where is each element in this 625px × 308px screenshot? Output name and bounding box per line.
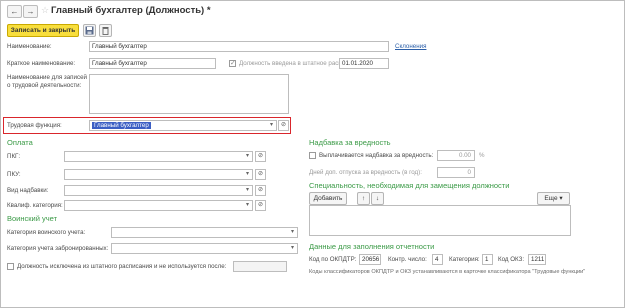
control-number-input[interactable]: 4 <box>432 254 443 265</box>
short-name-label: Краткое наименование: <box>7 60 76 67</box>
okz-input[interactable]: 1211 <box>528 254 546 265</box>
workbook-name-textarea[interactable] <box>89 74 289 114</box>
pkg-label: ПКГ: <box>7 153 21 160</box>
chevron-down-icon[interactable]: ▾ <box>288 244 297 253</box>
reserved-category-label: Категория учета забронированных: <box>7 245 109 252</box>
open-link-icon[interactable]: ⊘ <box>255 169 266 180</box>
allowance-type-label: Вид надбавки: <box>7 187 49 194</box>
save-disk-icon[interactable] <box>83 24 96 37</box>
excluded-date-input[interactable] <box>233 261 287 272</box>
name-label: Наименование: <box>7 43 52 50</box>
specialty-section-title: Специальность, необходимая для замещения… <box>309 181 510 190</box>
allowance-type-select[interactable]: ▾ <box>64 185 253 196</box>
payment-section-title: Оплата <box>7 138 33 147</box>
reporting-note: Коды классификаторов ОКПДТР и ОКЗ устана… <box>309 269 586 275</box>
more-button[interactable]: Еще ▾ <box>537 192 570 205</box>
chevron-down-icon[interactable]: ▾ <box>243 201 252 210</box>
workbook-name-label: Наименование для записей о трудовой деят… <box>7 74 87 89</box>
window-title: Главный бухгалтер (Должность) * <box>51 5 211 16</box>
excluded-label: Должность исключена из штатного расписан… <box>17 263 227 270</box>
open-link-icon[interactable]: ⊘ <box>255 151 266 162</box>
pku-label: ПКУ: <box>7 171 21 178</box>
open-link-icon[interactable]: ⊘ <box>255 200 266 211</box>
arrow-down-icon[interactable]: ↓ <box>371 192 384 205</box>
okz-label: Код ОКЗ: <box>498 256 525 263</box>
hazard-paid-checkbox[interactable] <box>309 152 316 159</box>
open-link-icon[interactable]: ⊘ <box>278 120 289 131</box>
reserved-category-select[interactable]: ▾ <box>111 243 298 254</box>
staffing-checkbox[interactable] <box>229 59 236 67</box>
percent-sign: % <box>479 152 485 159</box>
arrow-up-icon[interactable]: ↑ <box>357 192 370 205</box>
chevron-down-icon[interactable]: ▾ <box>243 170 252 179</box>
military-section-title: Воинский учет <box>7 214 58 223</box>
reporting-section-title: Данные для заполнения отчетности <box>309 242 435 251</box>
extra-leave-input[interactable]: 0 <box>437 167 475 178</box>
category-label: Категория: <box>449 256 480 263</box>
category-input[interactable]: 1 <box>482 254 493 265</box>
short-name-input[interactable]: Главный бухгалтер <box>89 58 216 69</box>
extra-leave-label: Дней доп. отпуска за вредность (в год): <box>309 169 422 176</box>
open-link-icon[interactable]: ⊘ <box>255 185 266 196</box>
control-number-label: Контр. число: <box>388 256 427 263</box>
delete-trash-icon[interactable] <box>99 24 112 37</box>
military-category-label: Категория воинского учета: <box>7 229 86 236</box>
labor-function-value: Главный бухгалтер <box>92 122 151 129</box>
forward-arrow-icon[interactable]: → <box>23 5 38 18</box>
pkg-select[interactable]: ▾ <box>64 151 253 162</box>
pku-select[interactable]: ▾ <box>64 169 253 180</box>
okpdtr-input[interactable]: 20656 <box>359 254 381 265</box>
add-specialty-button[interactable]: Добавить <box>309 192 347 205</box>
more-label: Еще <box>544 195 558 202</box>
save-and-close-button[interactable]: Записать и закрыть <box>7 24 79 37</box>
declensions-link[interactable]: Склонения <box>395 43 426 50</box>
favorite-star-icon[interactable]: ☆ <box>41 5 49 16</box>
military-category-select[interactable]: ▾ <box>111 227 298 238</box>
hazard-paid-label: Выплачивается надбавка за вредность: <box>319 152 434 159</box>
okpdtr-label: Код по ОКПДТР: <box>309 256 357 263</box>
chevron-down-icon[interactable]: ▾ <box>243 186 252 195</box>
staffing-date-input[interactable]: 01.01.2020 <box>339 58 389 69</box>
hazard-paid-input[interactable]: 0.00 <box>437 150 475 161</box>
qual-category-label: Квалиф. категория: <box>7 202 63 209</box>
specialty-table[interactable] <box>309 205 571 236</box>
qual-category-select[interactable]: ▾ <box>64 200 253 211</box>
excluded-checkbox[interactable] <box>7 263 14 270</box>
name-input[interactable]: Главный бухгалтер <box>89 41 389 52</box>
form-window: ← → ☆ Главный бухгалтер (Должность) * За… <box>0 0 625 308</box>
labor-function-input[interactable]: Главный бухгалтер ▾ <box>89 120 277 131</box>
back-arrow-icon[interactable]: ← <box>7 5 22 18</box>
chevron-down-icon[interactable]: ▾ <box>288 228 297 237</box>
chevron-down-icon[interactable]: ▾ <box>267 121 276 130</box>
labor-function-label: Трудовая функция: <box>7 122 62 129</box>
hazard-section-title: Надбавка за вредность <box>309 138 391 147</box>
chevron-down-icon[interactable]: ▾ <box>243 152 252 161</box>
